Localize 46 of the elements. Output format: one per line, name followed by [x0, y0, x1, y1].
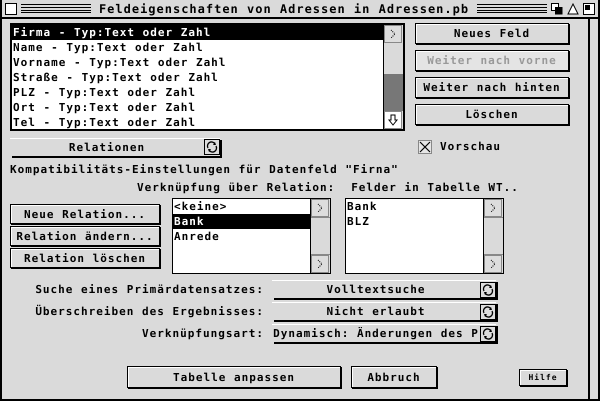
relation-button[interactable]: Neue Relation...	[10, 204, 160, 224]
column-header: Verknüpfung über Relation:	[137, 181, 336, 194]
list-item[interactable]: BLZ	[346, 214, 483, 229]
setting-label: Suche eines Primärdatensatzes:	[34, 282, 265, 296]
checkbox-label: Vorschau	[440, 140, 501, 153]
setting-dropdown[interactable]: Nicht erlaubt	[272, 302, 496, 320]
cycle-icon	[480, 282, 496, 298]
preview-checkbox[interactable]	[418, 140, 432, 154]
window-title: Feldeigenschaften von Adressen in Adressen.pb	[98, 2, 470, 16]
cycle-icon	[480, 326, 496, 342]
list-item[interactable]: Straße - Typ:Text oder Zahl	[12, 70, 383, 85]
scrollbar[interactable]	[383, 25, 403, 129]
action-button[interactable]: Löschen	[415, 104, 569, 125]
list-item[interactable]: Anrede	[173, 229, 310, 244]
help-button[interactable]: Hilfe	[519, 368, 567, 386]
close-icon[interactable]	[5, 2, 17, 14]
setting-dropdown[interactable]: Dynamisch: Änderungen des P	[272, 324, 496, 342]
list-item[interactable]: Ort - Typ:Text oder Zahl	[12, 100, 383, 115]
maximize-icon[interactable]	[583, 2, 596, 14]
list-item[interactable]: PLZ - Typ:Text oder Zahl	[12, 85, 383, 100]
cycle-icon	[480, 304, 496, 320]
list-item[interactable]: Vorname - Typ:Text oder Zahl	[12, 55, 383, 70]
list-item[interactable]: Bank	[346, 199, 483, 214]
list-item[interactable]: Firma - Typ:Text oder Zahl	[12, 25, 383, 40]
relations-dropdown[interactable]: Relationen	[10, 138, 220, 156]
action-button[interactable]: Neues Feld	[415, 23, 569, 44]
cycle-icon	[204, 139, 220, 155]
column-header: Felder in Tabelle WT..	[351, 181, 519, 194]
cancel-button[interactable]: Abbruch	[351, 366, 437, 388]
list-item[interactable]: <keine>	[173, 199, 310, 214]
apply-button[interactable]: Tabelle anpassen	[127, 366, 341, 388]
setting-label: Verknüpfungsart:	[141, 326, 265, 340]
setting-dropdown[interactable]: Volltextsuche	[272, 280, 496, 298]
scrollbar[interactable]	[310, 199, 330, 273]
list-item[interactable]: Name - Typ:Text oder Zahl	[12, 40, 383, 55]
layers-icon[interactable]	[551, 2, 564, 14]
relation-button[interactable]: Relation löschen	[10, 248, 160, 268]
scrollbar[interactable]	[483, 199, 503, 273]
list-item[interactable]: Bank	[173, 214, 310, 229]
list-item[interactable]: Tel - Typ:Text oder Zahl	[12, 115, 383, 129]
setting-label: Überschreiben des Ergebnisses:	[34, 304, 265, 318]
relation-button[interactable]: Relation ändern...	[10, 226, 160, 246]
arrow-down-icon[interactable]	[384, 111, 402, 129]
triangle-icon[interactable]	[567, 2, 580, 14]
action-button[interactable]: Weiter nach hinten	[415, 77, 569, 98]
section-label: Kompatibilitäts-Einstellungen für Datenfeld "Firna"	[10, 163, 400, 176]
